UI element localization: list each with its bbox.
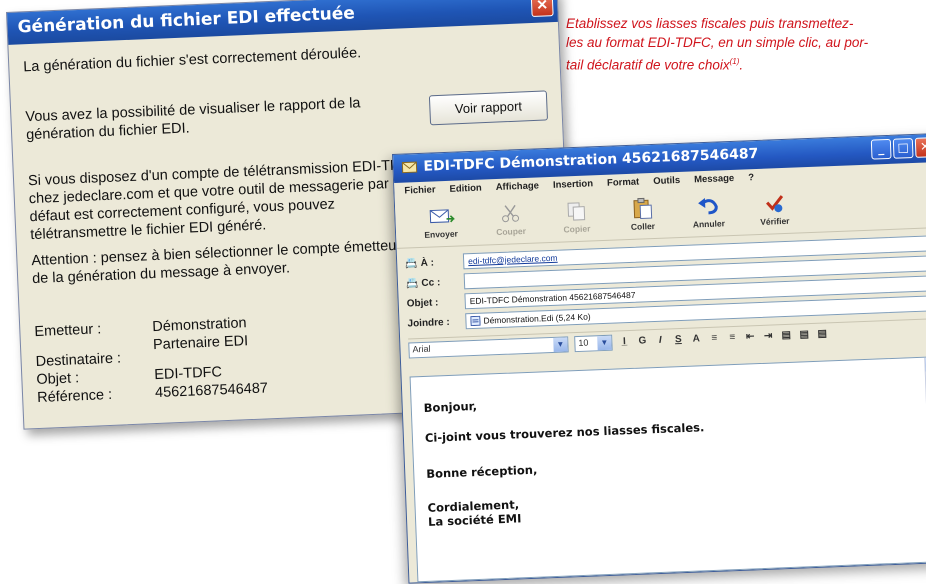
dialog-title: Génération du fichier EDI effectuée [7, 0, 558, 45]
send-button[interactable]: Envoyer [403, 202, 479, 246]
scissors-icon [502, 204, 520, 223]
send-icon [429, 209, 455, 224]
field-value: 45621687546487 [154, 380, 269, 402]
maximize-button[interactable]: □ [892, 137, 914, 159]
spellcheck-button[interactable]: Vérifier [741, 189, 809, 233]
email-compose-window: EDI-TDFC Démonstration 45621687546487 _ … [392, 132, 926, 584]
attachment-name: Démonstration.Edi (5,24 Ko) [483, 310, 591, 326]
menu-outils[interactable]: Outils [653, 175, 680, 190]
close-button[interactable]: ✕ [530, 0, 554, 17]
body-line-2: Bonne réception, [426, 462, 538, 481]
copy-icon [567, 202, 586, 221]
undo-button[interactable]: Annuler [675, 192, 743, 236]
paste-button[interactable]: Coller [609, 194, 677, 238]
close-button[interactable]: ✕ [914, 137, 926, 158]
menu-format[interactable]: Format [607, 177, 640, 192]
cut-button[interactable]: Couper [477, 199, 545, 243]
field-label: Référence : [36, 386, 113, 407]
menu-affichage[interactable]: Affichage [496, 180, 540, 196]
field-value: Démonstration [151, 315, 247, 336]
font-select[interactable]: Arial ▼ [408, 335, 569, 359]
chevron-down-icon: ▼ [597, 335, 612, 350]
address-book-icon[interactable]: 📇 [405, 258, 418, 269]
indent-icon[interactable]: ⇥ [762, 330, 774, 342]
font-color-icon[interactable]: A [690, 333, 702, 344]
align-left-icon[interactable]: ▤ [780, 330, 792, 341]
view-report-button[interactable]: Voir rapport [428, 90, 549, 126]
spellcheck-icon [766, 195, 784, 213]
footnote-marker: (1) [729, 57, 740, 66]
outdent-icon[interactable]: ⇤ [744, 331, 756, 342]
address-book-icon[interactable]: 📇 [406, 278, 419, 289]
bullet-list-icon[interactable]: ≡ [726, 332, 738, 343]
success-message: La génération du fichier s'est correctem… [22, 45, 362, 76]
italic-icon[interactable]: I [654, 335, 666, 346]
menu-message[interactable]: Message [694, 173, 735, 189]
body-greeting: Bonjour, [423, 398, 478, 415]
paste-icon [633, 197, 653, 220]
menu-insertion[interactable]: Insertion [553, 178, 594, 194]
menu-edition[interactable]: Edition [449, 183, 482, 198]
align-right-icon[interactable]: ▤ [816, 328, 828, 339]
mail-app-icon [401, 161, 418, 174]
email-title: EDI-TDFC Démonstration 45621687546487 [423, 145, 759, 175]
message-body[interactable]: Bonjour, Ci-joint vous trouverez nos lia… [409, 356, 926, 583]
align-center-icon[interactable]: ▤ [798, 329, 810, 340]
paragraph-style-icon[interactable]: I̲ [618, 336, 630, 347]
copy-button[interactable]: Copier [543, 197, 611, 241]
menu-fichier[interactable]: Fichier [404, 184, 436, 199]
body-line-1: Ci-joint vous trouverez nos liasses fisc… [424, 420, 705, 445]
window-controls: _ □ ✕ [870, 137, 926, 160]
body-sign-2: La société EMI [427, 511, 522, 529]
underline-icon[interactable]: S [672, 334, 684, 345]
numbered-list-icon[interactable]: ≡ [708, 333, 720, 344]
marketing-caption: Etablissez vos liasses fiscales puis tra… [566, 16, 869, 73]
view-report-text-1: Vous avez la possibilité de visualiser l… [25, 95, 361, 126]
minimize-button[interactable]: _ [870, 138, 892, 160]
bold-icon[interactable]: G [636, 335, 648, 346]
menu-help[interactable]: ? [748, 172, 754, 186]
field-value: Partenaire EDI [152, 333, 249, 354]
undo-icon [698, 198, 718, 215]
font-size-select[interactable]: 10 ▼ [574, 334, 613, 352]
field-value: EDI-TDFC [154, 364, 223, 384]
chevron-down-icon: ▼ [553, 336, 568, 352]
file-icon [470, 315, 481, 327]
